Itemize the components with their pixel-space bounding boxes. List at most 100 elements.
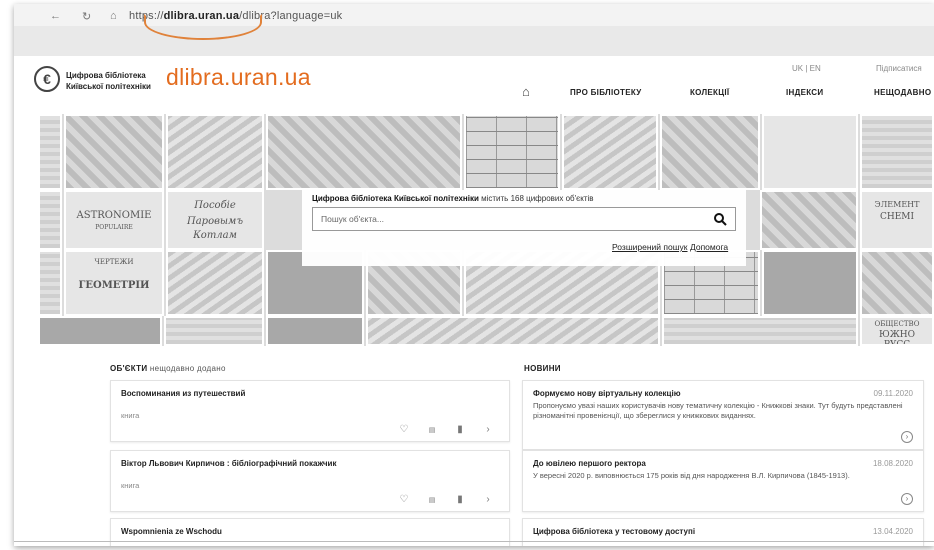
- nav-recent[interactable]: НЕЩОДАВНО: [874, 88, 931, 97]
- help-link[interactable]: Допомога: [690, 242, 728, 252]
- book-title: ЧЕРТЕЖИ: [94, 258, 134, 266]
- mosaic-tile[interactable]: [164, 316, 264, 346]
- object-actions: ♡ ▤ ▮ ›: [397, 424, 495, 435]
- hero-search-panel: Цифрова бібліотека Київської політехніки…: [302, 190, 746, 266]
- object-title[interactable]: Воспоминания из путешествий: [121, 389, 245, 398]
- hero-mosaic: ASTRONOMIE POPULAIRE Пособіе Паровымъ Ко…: [38, 114, 934, 346]
- language-switcher: UK | EN: [792, 64, 821, 73]
- mosaic-tile[interactable]: [166, 250, 264, 316]
- mosaic-tile[interactable]: [266, 114, 462, 190]
- heart-icon[interactable]: ♡: [397, 494, 411, 505]
- mosaic-tile[interactable]: [266, 316, 364, 346]
- mosaic-tile[interactable]: [38, 316, 162, 346]
- arrow-right-circle-icon[interactable]: ›: [481, 494, 495, 505]
- screenshot-frame: ← ↻ ⌂ https://dlibra.uran.ua/dlibra?lang…: [14, 4, 934, 546]
- logo-text[interactable]: Цифрова бібліотека Київської політехніки: [66, 70, 151, 92]
- news-body: Пропонуємо увазі наших користувачів нову…: [533, 401, 903, 420]
- object-card[interactable]: Воспоминания из путешествий книга ♡ ▤ ▮ …: [110, 380, 510, 442]
- document-icon[interactable]: ▮: [453, 494, 467, 505]
- nav-indexes[interactable]: ІНДЕКСИ: [786, 88, 823, 97]
- caption-object-count: містить 168 цифрових об'єктів: [478, 194, 594, 203]
- lang-en[interactable]: EN: [810, 64, 821, 73]
- home-browser-icon[interactable]: ⌂: [110, 10, 117, 22]
- object-type: книга: [121, 411, 140, 420]
- search-icon[interactable]: [713, 212, 727, 226]
- logo-line-1: Цифрова бібліотека: [66, 71, 146, 80]
- bib-icon[interactable]: ▤: [425, 426, 439, 434]
- object-title[interactable]: Wspomnienia ze Wschodu: [121, 527, 222, 536]
- object-actions: ♡ ▤ ▮ ›: [397, 494, 495, 505]
- nav-about[interactable]: ПРО БІБЛІОТЕКУ: [570, 88, 642, 97]
- mosaic-tile[interactable]: [166, 114, 264, 190]
- mosaic-tile[interactable]: Пособіе Паровымъ Котлам: [166, 190, 264, 250]
- advanced-search-link[interactable]: Розширений пошук: [612, 242, 688, 252]
- objects-heading: ОБ'ЄКТИ: [110, 364, 148, 373]
- reload-icon[interactable]: ↻: [82, 10, 91, 23]
- object-type: книга: [121, 481, 140, 490]
- book-title: СНЕМІ: [879, 212, 915, 222]
- news-date: 18.08.2020: [872, 459, 913, 468]
- bib-icon[interactable]: ▤: [425, 496, 439, 504]
- book-title: Котлам: [193, 230, 237, 241]
- mosaic-tile[interactable]: [762, 114, 858, 190]
- mosaic-tile[interactable]: [464, 114, 560, 190]
- news-card[interactable]: До ювілею першого ректора 18.08.2020 У в…: [522, 450, 924, 512]
- news-title[interactable]: До ювілею першого ректора: [533, 459, 646, 468]
- object-title[interactable]: Віктор Львович Кирпичов : бібліографічни…: [121, 459, 336, 468]
- heart-icon[interactable]: ♡: [397, 424, 411, 435]
- book-subtitle: POPULAIRE: [95, 224, 133, 231]
- news-date: 13.04.2020: [872, 527, 913, 536]
- mosaic-tile[interactable]: [762, 250, 858, 316]
- mosaic-tile[interactable]: [366, 316, 660, 346]
- mosaic-tile[interactable]: [860, 114, 934, 190]
- browser-address-bar: ← ↻ ⌂ https://dlibra.uran.ua/dlibra?lang…: [14, 4, 934, 56]
- domain-annotation: dlibra.uran.ua: [166, 64, 311, 90]
- lang-separator: |: [805, 64, 808, 73]
- mosaic-tile[interactable]: [38, 250, 62, 316]
- page-bottom-divider: [14, 541, 934, 542]
- library-logo-icon[interactable]: €: [34, 66, 60, 92]
- object-card[interactable]: Віктор Львович Кирпичов : бібліографічни…: [110, 450, 510, 512]
- news-card[interactable]: Формуємо нову віртуальну колекцію 09.11.…: [522, 380, 924, 450]
- home-icon[interactable]: ⌂: [522, 84, 530, 99]
- mosaic-tile[interactable]: [64, 114, 164, 190]
- book-title: ГЕОМЕТРІИ: [78, 280, 150, 291]
- mosaic-tile[interactable]: [660, 114, 760, 190]
- news-title[interactable]: Формуємо нову віртуальну колекцію: [533, 389, 681, 398]
- nav-collections[interactable]: КОЛЕКЦІЇ: [690, 88, 729, 97]
- library-caption: Цифрова бібліотека Київської політехніки…: [312, 194, 594, 203]
- mosaic-tile[interactable]: ASTRONOMIE POPULAIRE: [64, 190, 164, 250]
- arrow-right-circle-icon[interactable]: ›: [481, 424, 495, 435]
- site-header: € Цифрова бібліотека Київської політехні…: [14, 56, 934, 114]
- news-section-title: НОВИНИ: [524, 364, 561, 373]
- search-input[interactable]: [313, 208, 703, 230]
- news-body: У вересні 2020 р. виповнюється 175 років…: [533, 471, 850, 480]
- caption-library-name: Цифрова бібліотека Київської політехніки: [312, 194, 479, 203]
- book-title: ЭЛЕМЕНТ: [874, 200, 920, 209]
- mosaic-tile[interactable]: ОБЩЕСТВО ЮЖНО РУСС: [860, 316, 934, 346]
- document-icon[interactable]: ▮: [453, 424, 467, 435]
- news-title[interactable]: Цифрова бібліотека у тестовому доступі: [533, 527, 695, 536]
- lang-uk[interactable]: UK: [792, 64, 803, 73]
- mosaic-tile[interactable]: [562, 114, 658, 190]
- annotation-ellipse: [144, 14, 262, 40]
- subscribe-link[interactable]: Підписатися: [876, 64, 922, 73]
- book-title: Пособіе: [194, 200, 236, 211]
- book-title: ЮЖНО РУСС: [878, 330, 916, 346]
- mosaic-tile[interactable]: ЧЕРТЕЖИ ГЕОМЕТРІИ: [64, 250, 164, 316]
- mosaic-tile[interactable]: [662, 316, 858, 346]
- mosaic-tile[interactable]: [38, 114, 62, 190]
- arrow-right-circle-icon[interactable]: ›: [901, 431, 913, 443]
- book-title: Паровымъ: [186, 216, 244, 227]
- mosaic-tile[interactable]: [860, 250, 934, 316]
- logo-line-2: Київської політехніки: [66, 82, 151, 91]
- objects-subheading: нещодавно додано: [149, 364, 226, 373]
- search-box: [312, 207, 736, 231]
- arrow-right-circle-icon[interactable]: ›: [901, 493, 913, 505]
- mosaic-tile[interactable]: [38, 190, 62, 250]
- book-title: ASTRONOMIE: [76, 210, 152, 221]
- mosaic-tile[interactable]: [760, 190, 858, 250]
- news-date: 09.11.2020: [873, 389, 913, 398]
- back-icon[interactable]: ←: [50, 10, 61, 22]
- mosaic-tile[interactable]: ЭЛЕМЕНТ СНЕМІ: [860, 190, 934, 250]
